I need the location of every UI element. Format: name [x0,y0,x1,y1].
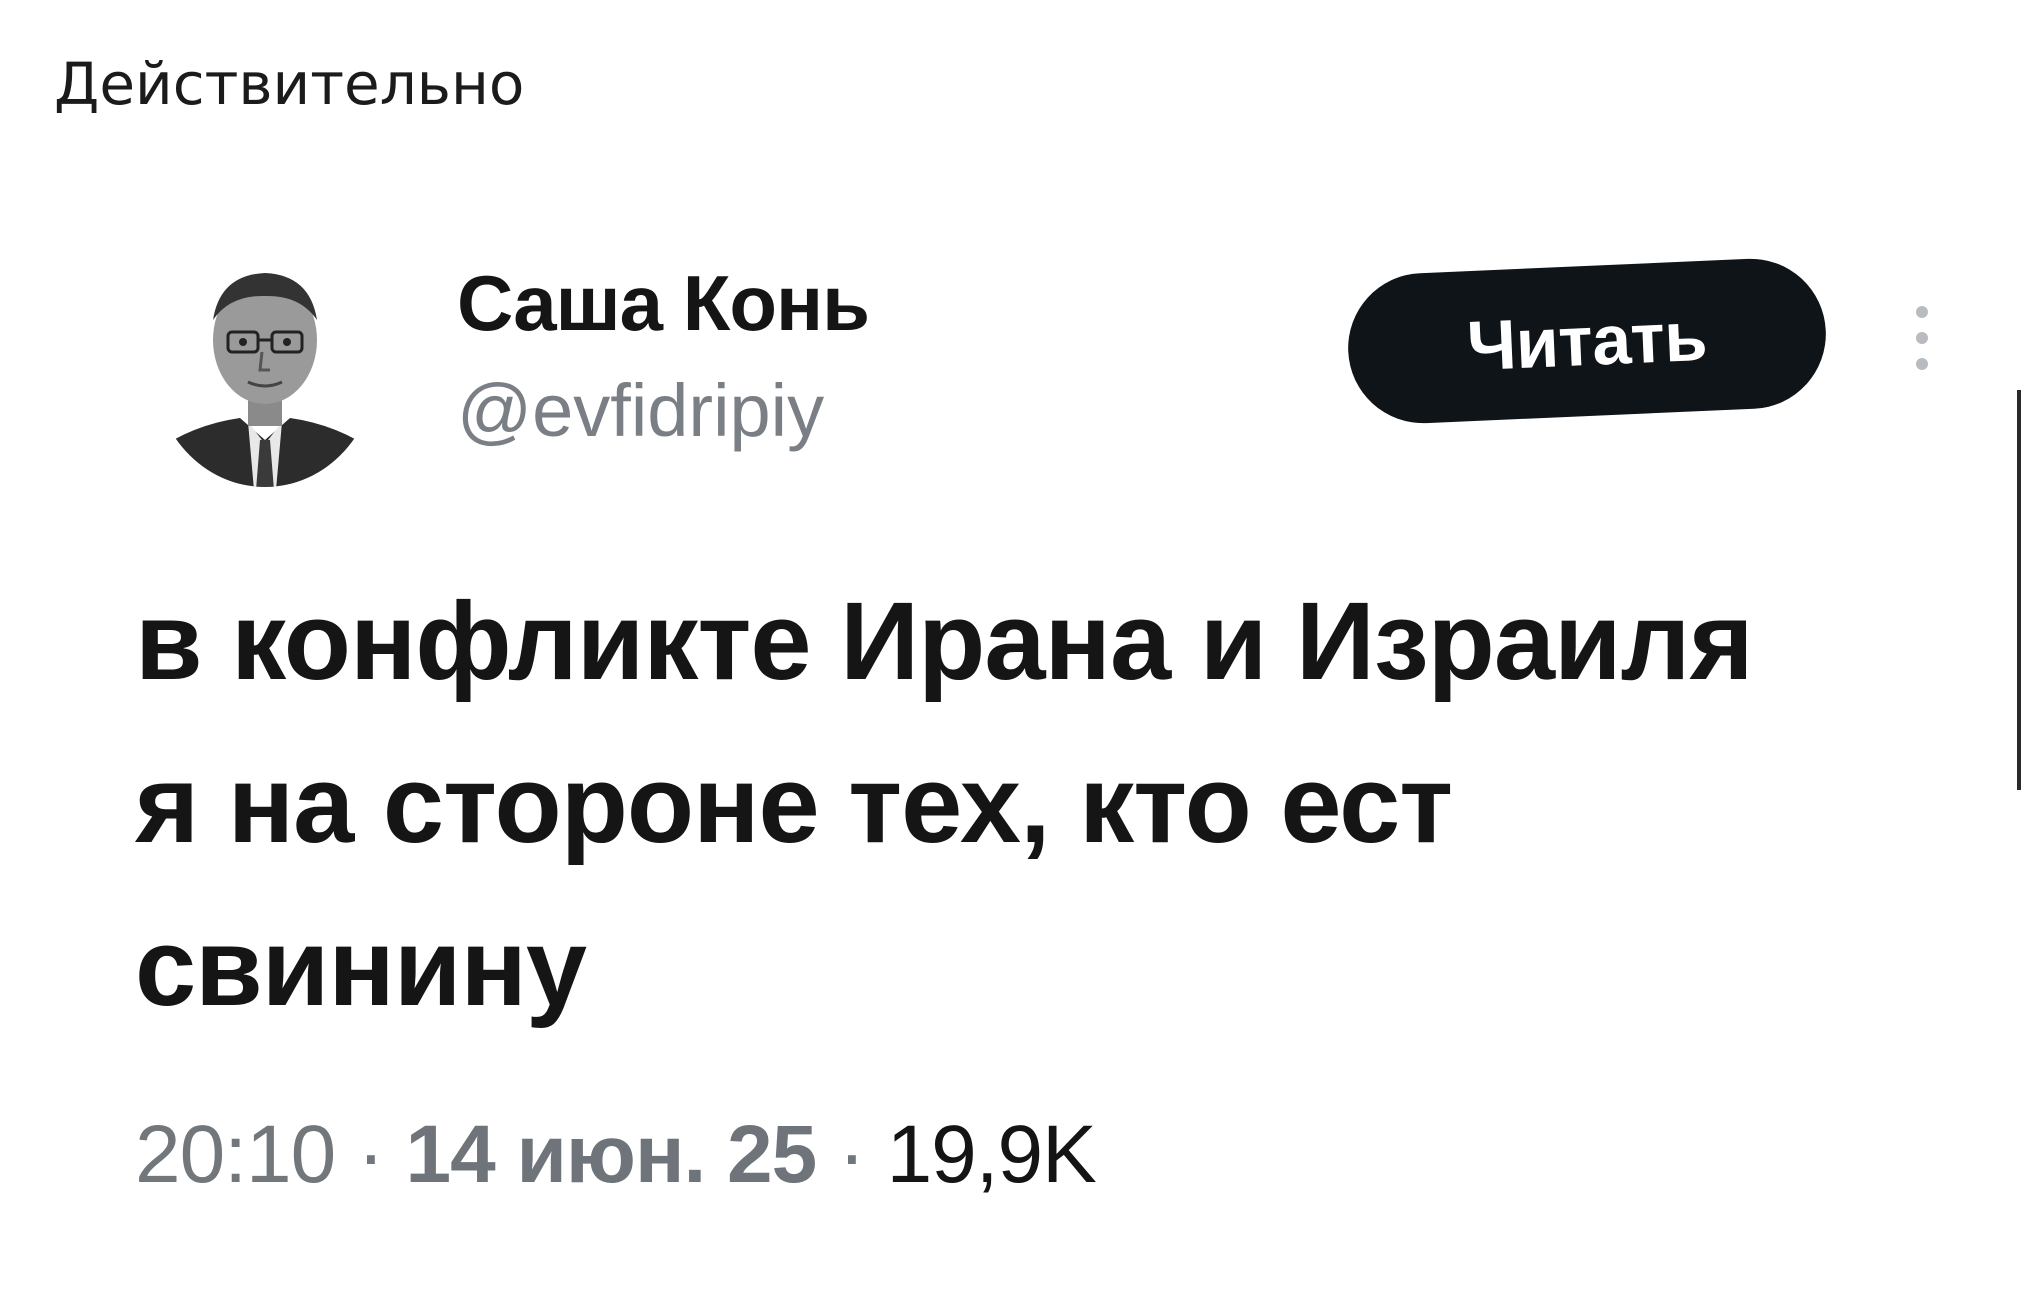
author-handle[interactable]: @evfidripiy [457,368,824,454]
tweet-card: Саша Конь @evfidripiy Читать в конфликте… [0,200,2025,1289]
tweet-text: в конфликте Ирана и Израиля я на стороне… [135,560,1955,1049]
tweet-text-line: я на стороне тех, кто ест [135,743,1453,866]
tweet-meta: 20:10 · 14 июн. 25 · 19,9K [135,1105,1097,1205]
more-icon-dot [1916,306,1928,318]
meta-separator: · [357,1109,384,1200]
edge-divider [2017,390,2021,790]
author-name[interactable]: Саша Конь [457,258,870,348]
tweet-text-line: в конфликте Ирана и Израиля [135,580,1754,703]
tweet-date[interactable]: 14 июн. 25 [406,1109,818,1200]
more-icon-dot [1916,358,1928,370]
avatar[interactable] [150,240,380,490]
post-caption: Действительно [54,50,525,118]
follow-button[interactable]: Читать [1344,255,1830,427]
tweet-time[interactable]: 20:10 [135,1109,336,1200]
tweet-text-line: свинину [135,906,587,1029]
more-icon-dot [1916,332,1928,344]
meta-separator: · [838,1109,865,1200]
more-icon[interactable] [1910,298,1934,378]
tweet-views: 19,9K [886,1109,1097,1200]
